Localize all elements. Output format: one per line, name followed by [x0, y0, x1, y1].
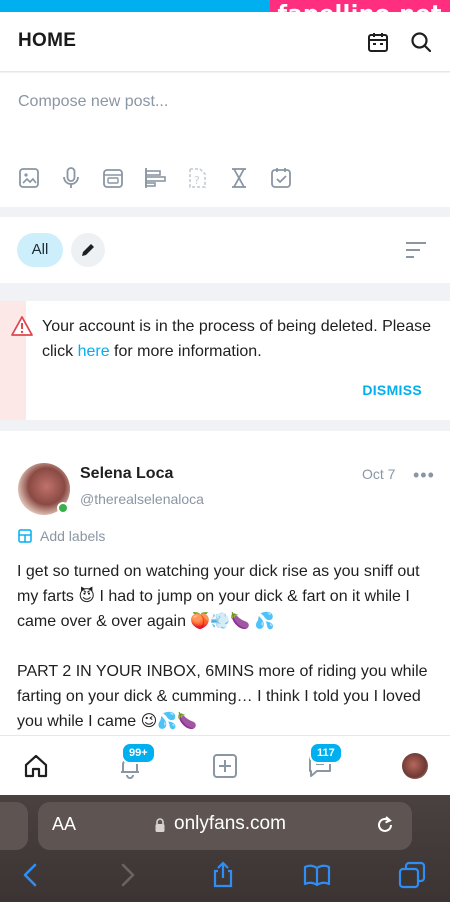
alert-text-2: for more information. [109, 343, 262, 360]
image-icon[interactable] [16, 165, 42, 191]
feed-post: Selena Loca @therealselenaloca Oct 7 •••… [0, 431, 450, 735]
post-author-handle[interactable]: @therealselenaloca [80, 491, 204, 507]
back-icon[interactable] [17, 861, 45, 889]
app-header: HOME [0, 12, 450, 72]
browser-toolbar: AA onlyfans.com [0, 795, 450, 902]
hourglass-icon[interactable] [226, 165, 252, 191]
profile-avatar[interactable] [402, 753, 428, 779]
label-icon [18, 529, 32, 543]
poll-icon[interactable] [142, 165, 168, 191]
post-author-name[interactable]: Selena Loca [80, 465, 173, 483]
svg-text:?: ? [194, 174, 200, 187]
alert-link-here[interactable]: here [78, 343, 110, 360]
add-labels-text: Add labels [40, 528, 106, 544]
warning-icon [11, 316, 33, 336]
media-vault-icon[interactable] [100, 165, 126, 191]
online-status-dot [57, 502, 69, 514]
text-size-button[interactable]: AA [52, 814, 76, 835]
tabs-icon[interactable] [398, 861, 426, 889]
add-labels-button[interactable]: Add labels [18, 528, 105, 544]
schedule-icon[interactable] [268, 165, 294, 191]
share-icon[interactable] [209, 861, 237, 889]
pencil-icon [82, 244, 94, 256]
alert-message: Your account is in the process of being … [42, 314, 432, 364]
messages-badge: 117 [309, 742, 343, 764]
calendar-icon[interactable] [366, 30, 390, 54]
feed-filters: All [0, 217, 450, 283]
bottom-navigation: 99+ 117 [0, 735, 450, 795]
compose-box: Compose new post... ? [0, 73, 450, 207]
search-icon[interactable] [409, 30, 433, 54]
account-deletion-alert: Your account is in the process of being … [0, 301, 450, 420]
filter-all-button[interactable]: All [17, 233, 63, 267]
previous-tab-bar[interactable] [0, 802, 28, 850]
bookmarks-icon[interactable] [303, 861, 331, 889]
reload-icon[interactable] [374, 814, 396, 836]
notifications-badge: 99+ [121, 742, 156, 764]
edit-filters-button[interactable] [71, 233, 105, 267]
lock-icon [155, 818, 165, 832]
address-bar[interactable]: AA onlyfans.com [38, 802, 412, 850]
post-date: Oct 7 [362, 466, 396, 482]
compose-input[interactable]: Compose new post... [18, 93, 168, 111]
more-options-icon[interactable]: ••• [413, 465, 435, 486]
home-icon[interactable] [22, 752, 50, 780]
url-text[interactable]: onlyfans.com [174, 813, 286, 835]
sort-icon[interactable] [404, 240, 428, 260]
quiz-icon[interactable]: ? [184, 165, 210, 191]
dismiss-button[interactable]: DISMISS [362, 382, 422, 398]
microphone-icon[interactable] [58, 165, 84, 191]
forward-icon[interactable] [113, 861, 141, 889]
add-post-icon[interactable] [211, 752, 239, 780]
post-body-text: I get so turned on watching your dick ri… [17, 563, 428, 730]
page-title: HOME [18, 30, 77, 51]
